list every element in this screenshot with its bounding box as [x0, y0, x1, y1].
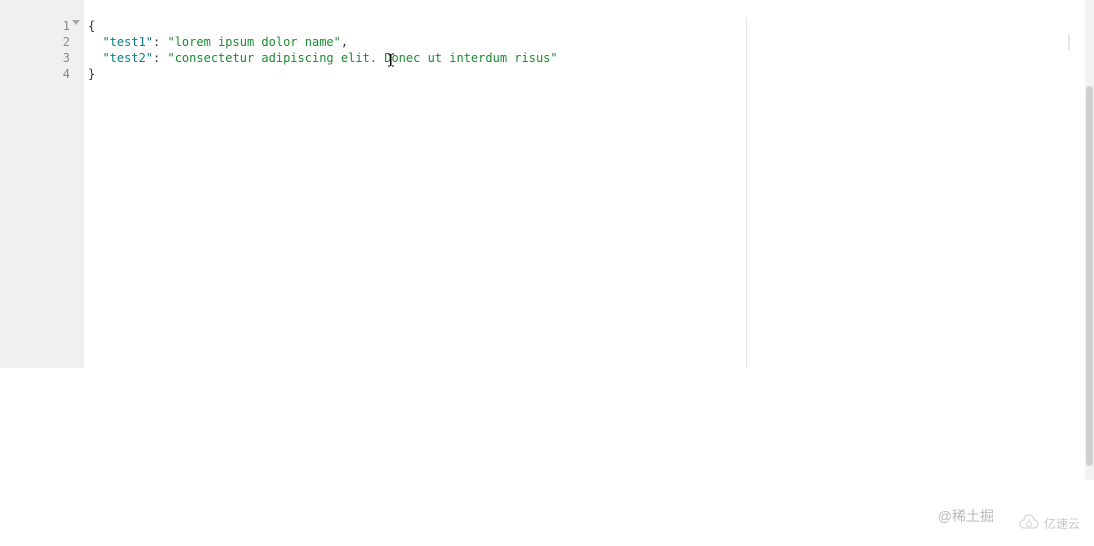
code-token: "test1"	[102, 35, 153, 49]
code-token: "lorem ipsum dolor name"	[167, 35, 340, 49]
code-token	[88, 35, 102, 49]
code-line[interactable]: {	[88, 18, 1068, 34]
code-line[interactable]: "test1": "lorem ipsum dolor name",	[88, 34, 1068, 50]
code-editor[interactable]: 1234 { "test1": "lorem ipsum dolor name"…	[0, 0, 1068, 368]
code-token: "consectetur adipiscing elit. Donec ut i…	[167, 51, 557, 65]
code-line[interactable]: }	[88, 66, 1068, 82]
vertical-scrollbar[interactable]	[1085, 0, 1094, 480]
code-body[interactable]: { "test1": "lorem ipsum dolor name", "te…	[84, 0, 1068, 368]
code-token: :	[153, 35, 167, 49]
watermark-logo: 亿速云	[1018, 514, 1080, 532]
line-number-gutter[interactable]: 1234	[0, 0, 84, 368]
code-token	[88, 51, 102, 65]
code-token: {	[88, 19, 95, 33]
code-token: "test2"	[102, 51, 153, 65]
print-margin-line	[746, 18, 747, 368]
code-line[interactable]: "test2": "consectetur adipiscing elit. D…	[88, 50, 1068, 66]
line-number[interactable]: 1	[0, 18, 70, 34]
scrollbar-thumb[interactable]	[1086, 86, 1093, 466]
line-number[interactable]: 4	[0, 66, 70, 82]
cloud-icon	[1018, 514, 1040, 532]
watermark-text-1: @稀土掘	[938, 506, 994, 526]
code-token: }	[88, 67, 95, 81]
line-number[interactable]: 2	[0, 34, 70, 50]
fold-arrow-icon[interactable]	[72, 20, 80, 25]
code-token: ,	[341, 35, 348, 49]
watermark-text-2: 亿速云	[1044, 515, 1080, 532]
line-number[interactable]: 3	[0, 50, 70, 66]
code-token: :	[153, 51, 167, 65]
